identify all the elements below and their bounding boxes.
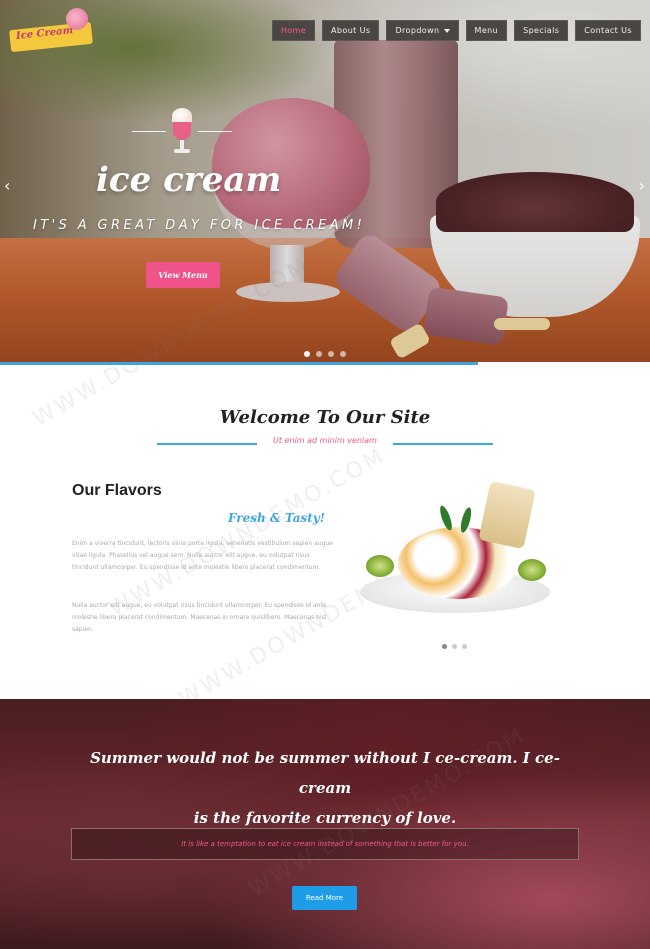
- watermark: WWW.DOWNDEMO.COM: [104, 442, 391, 623]
- quote-line: Summer would not be summer without I ce-…: [90, 749, 560, 797]
- read-more-button[interactable]: Read More: [292, 886, 357, 910]
- nav-item-about-us[interactable]: About Us: [322, 20, 380, 41]
- slider-dots: [304, 351, 346, 357]
- welcome-title: Welcome To Our Site: [219, 407, 431, 428]
- fruit-sundae-plate-image: [358, 480, 552, 625]
- kiwi-slice: [366, 555, 394, 577]
- ornament-line: [132, 131, 166, 132]
- flavors-title: Our Flavors: [72, 482, 162, 499]
- divider-line: [393, 443, 493, 445]
- nav-item-menu[interactable]: Menu: [465, 20, 508, 41]
- nav-label: Contact Us: [584, 26, 632, 35]
- nav-label: Specials: [523, 26, 560, 35]
- quote-note: It is like a temptation to eat ice cream…: [181, 840, 469, 848]
- quote-text: Summer would not be summer without I ce-…: [72, 743, 578, 833]
- carousel-dot[interactable]: [442, 644, 447, 649]
- nav-item-dropdown[interactable]: Dropdown: [386, 20, 459, 41]
- view-menu-button[interactable]: View Menu: [146, 262, 220, 288]
- caret-down-icon: [443, 28, 450, 33]
- flavors-paragraph: Enim a viverra tincidunt, lectoris vinia…: [72, 540, 333, 571]
- nav-item-home[interactable]: Home: [271, 20, 316, 41]
- carousel-dot[interactable]: [462, 644, 467, 649]
- slider-progress-bar: [0, 362, 478, 365]
- ornament-line: [198, 131, 232, 132]
- welcome-subtitle-row: Ut enim ad minim veniam: [157, 436, 493, 450]
- hero-subtitle: IT'S A GREAT DAY FOR ICE CREAM!: [33, 218, 366, 233]
- wafer: [478, 480, 536, 550]
- slider-dot[interactable]: [304, 351, 310, 357]
- slider-prev-arrow-icon[interactable]: ‹: [4, 176, 10, 195]
- slider-dot[interactable]: [328, 351, 334, 357]
- nav-item-contact-us[interactable]: Contact Us: [575, 20, 641, 41]
- quote-section: Summer would not be summer without I ce-…: [0, 699, 650, 949]
- ice-cream-cone-icon: [66, 8, 88, 30]
- hero-ornament: [132, 104, 232, 156]
- carousel-dot[interactable]: [452, 644, 457, 649]
- flavors-carousel-dots: [442, 644, 467, 649]
- slider-dot[interactable]: [316, 351, 322, 357]
- main-nav: Home About Us Dropdown Menu Specials Con…: [271, 20, 641, 41]
- site-logo[interactable]: Ice Cream: [6, 6, 93, 54]
- kiwi-slice: [518, 559, 546, 581]
- sundae-icon: [170, 104, 194, 156]
- flavors-tagline: Fresh & Tasty!: [228, 511, 326, 525]
- nav-label: Home: [280, 26, 307, 35]
- quote-note-box: It is like a temptation to eat ice cream…: [71, 828, 579, 860]
- slider-next-arrow-icon[interactable]: ›: [639, 176, 645, 195]
- flavors-paragraph: Nulla auctor elit augue, eu volutpat ris…: [72, 602, 327, 633]
- nav-item-specials[interactable]: Specials: [514, 20, 569, 41]
- hero-slider: Ice Cream Home About Us Dropdown Menu Sp…: [0, 0, 650, 362]
- hero-title: ice cream: [96, 160, 282, 200]
- nav-label: Menu: [474, 26, 499, 35]
- slider-dot[interactable]: [340, 351, 346, 357]
- nav-label: About Us: [331, 26, 371, 35]
- nav-label: Dropdown: [395, 26, 440, 35]
